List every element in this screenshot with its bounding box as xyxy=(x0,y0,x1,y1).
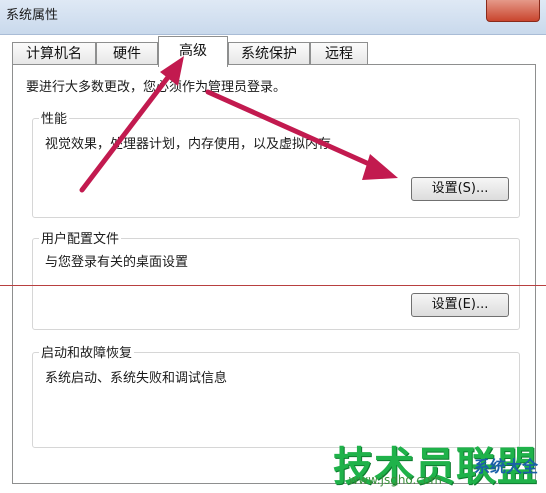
tab-advanced[interactable]: 高级 xyxy=(158,36,228,67)
user-profiles-title: 用户配置文件 xyxy=(39,228,122,247)
user-profiles-settings-button[interactable]: 设置(E)... xyxy=(411,293,509,317)
title-bar[interactable]: 系统属性 xyxy=(0,0,546,35)
tab-strip: 计算机名 硬件 高级 系统保护 远程 xyxy=(12,34,542,67)
red-guide-line xyxy=(0,285,546,286)
tab-remote[interactable]: 远程 xyxy=(310,42,368,64)
startup-recovery-title: 启动和故障恢复 xyxy=(39,342,135,361)
watermark-url: www.jsgho.com xyxy=(348,473,442,487)
performance-title: 性能 xyxy=(39,108,70,127)
window-title: 系统属性 xyxy=(6,8,59,23)
performance-group: 性能 视觉效果，处理器计划，内存使用，以及虚拟内存 设置(S)... xyxy=(32,108,520,218)
watermark-side-text: 系统大全 xyxy=(473,457,538,476)
admin-note: 要进行大多数更改，您必须作为管理员登录。 xyxy=(26,80,287,95)
tab-computer-name[interactable]: 计算机名 xyxy=(12,42,96,64)
performance-settings-button[interactable]: 设置(S)... xyxy=(411,177,509,201)
close-button[interactable] xyxy=(486,0,540,22)
tab-hardware[interactable]: 硬件 xyxy=(96,42,158,64)
system-properties-window: 系统属性 计算机名 硬件 高级 系统保护 远程 要进行大多数更改，您必须作为管理… xyxy=(0,0,546,493)
user-profiles-description: 与您登录有关的桌面设置 xyxy=(45,255,189,270)
performance-description: 视觉效果，处理器计划，内存使用，以及虚拟内存 xyxy=(45,137,332,152)
startup-recovery-group: 启动和故障恢复 系统启动、系统失败和调试信息 xyxy=(32,342,520,448)
watermark: 技术员联盟 www.jsgho.com 系统大全 xyxy=(333,445,538,489)
tab-system-protection[interactable]: 系统保护 xyxy=(228,42,310,64)
startup-recovery-description: 系统启动、系统失败和调试信息 xyxy=(45,371,228,386)
user-profiles-group: 用户配置文件 与您登录有关的桌面设置 设置(E)... xyxy=(32,228,520,330)
